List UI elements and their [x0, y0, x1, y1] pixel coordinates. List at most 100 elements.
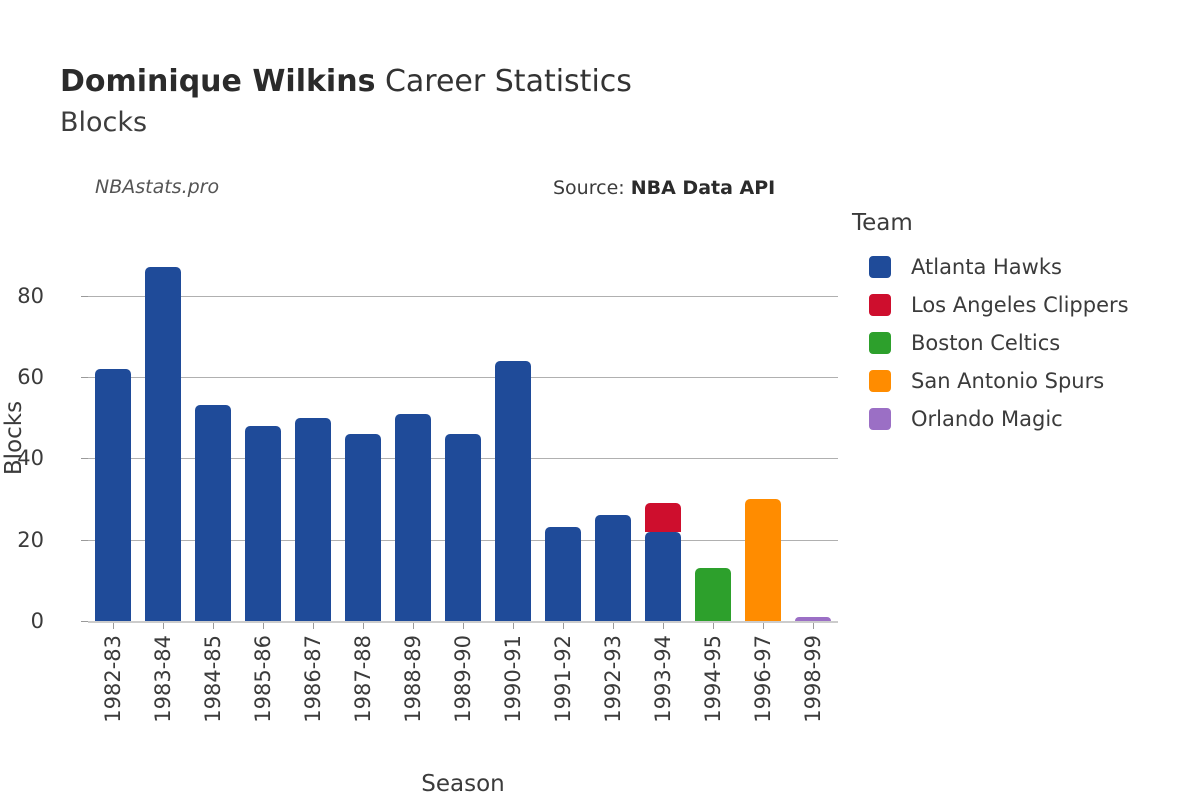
player-name: Dominique Wilkins — [60, 64, 376, 99]
legend-swatch-icon — [869, 332, 891, 354]
bar-group[interactable]: 1990-91 — [495, 255, 531, 723]
bar-segment[interactable] — [495, 360, 531, 621]
x-tick-label: 1993-94 — [651, 635, 675, 723]
bar-group[interactable]: 1998-99 — [795, 255, 831, 723]
legend-swatch-icon — [869, 256, 891, 278]
x-tick-mark — [363, 623, 364, 629]
legend-items: Atlanta Hawks Los Angeles Clippers Boston … — [852, 248, 1182, 438]
bar-segment[interactable] — [395, 413, 431, 621]
legend-item[interactable]: Los Angeles Clippers — [852, 286, 1182, 324]
x-tick-label: 1988-89 — [401, 635, 425, 723]
legend-item-label: Boston Celtics — [911, 331, 1061, 355]
x-tick-mark — [213, 623, 214, 629]
y-tick-mark — [81, 377, 88, 378]
x-tick-mark — [813, 623, 814, 629]
x-tick-label: 1985-86 — [251, 635, 275, 723]
bar-group[interactable]: 1991-92 — [545, 255, 581, 723]
x-tick-label: 1991-92 — [551, 635, 575, 723]
bar-group[interactable]: 1982-83 — [95, 255, 131, 723]
bar-group[interactable]: 1986-87 — [295, 255, 331, 723]
legend-item-label: San Antonio Spurs — [911, 369, 1105, 393]
legend: Team Atlanta Hawks Los Angeles Clippers Bo… — [852, 210, 1182, 438]
bar-group[interactable]: 1994-95 — [695, 255, 731, 723]
y-tick-label: 40 — [17, 446, 44, 471]
legend-item-label: Los Angeles Clippers — [911, 293, 1129, 317]
x-tick-mark — [663, 623, 664, 629]
page-title: Dominique Wilkins Career Statistics — [60, 62, 880, 102]
bar-group[interactable]: 1988-89 — [395, 255, 431, 723]
bar-group[interactable]: 1983-84 — [145, 255, 181, 723]
x-tick-label: 1996-97 — [751, 635, 775, 723]
chart-container: Dominique Wilkins Career Statistics Bloc… — [0, 0, 1200, 800]
x-tick-label: 1983-84 — [151, 635, 175, 723]
x-tick-mark — [313, 623, 314, 629]
x-tick-label: 1994-95 — [701, 635, 725, 723]
x-tick-label: 1984-85 — [201, 635, 225, 723]
legend-swatch-icon — [869, 408, 891, 430]
source-attribution: Source: NBA Data API — [553, 177, 775, 199]
bar-group[interactable]: 1984-85 — [195, 255, 231, 723]
legend-swatch-icon — [869, 370, 891, 392]
bar-segment[interactable] — [645, 503, 681, 532]
bar-group[interactable]: 1996-97 — [745, 255, 781, 723]
y-tick-label: 80 — [17, 283, 44, 308]
y-tick-mark — [81, 295, 88, 297]
y-tick-mark — [81, 539, 88, 541]
y-tick-label: 60 — [17, 365, 44, 389]
legend-item-label: Atlanta Hawks — [911, 255, 1062, 279]
chart-subtitle: Blocks — [60, 107, 148, 138]
source-label: Source: — [553, 177, 625, 199]
bar-group[interactable]: 1993-94 — [645, 255, 681, 723]
bar-group[interactable]: 1992-93 — [595, 255, 631, 723]
x-axis-label: Season — [421, 771, 505, 797]
x-tick-mark — [713, 623, 714, 629]
bar-group[interactable]: 1987-88 — [345, 255, 381, 723]
bar-segment[interactable] — [195, 405, 231, 621]
legend-item[interactable]: San Antonio Spurs — [852, 362, 1182, 400]
x-tick-label: 1982-83 — [101, 635, 125, 723]
x-tick-mark — [163, 623, 164, 629]
y-tick-mark — [81, 621, 88, 622]
chart-title-block: Dominique Wilkins Career Statistics Bloc… — [60, 62, 880, 142]
x-tick-mark — [463, 623, 464, 629]
bar-segment[interactable] — [295, 417, 331, 621]
bar-segment[interactable] — [445, 433, 481, 621]
bar-segment[interactable] — [245, 425, 281, 621]
bar-segment[interactable] — [645, 531, 681, 621]
legend-swatch-icon — [869, 294, 891, 316]
x-tick-label: 1989-90 — [451, 635, 475, 723]
plot-area: Blocks Season 0 20 40 60 80 1982-83 1983-84 198… — [1, 255, 838, 797]
y-tick-label: 20 — [17, 527, 44, 552]
bar-segment[interactable] — [695, 568, 731, 621]
y-tick-mark — [81, 458, 88, 460]
legend-title: Team — [852, 210, 913, 236]
x-tick-mark — [113, 623, 114, 629]
x-tick-mark — [563, 623, 564, 629]
x-tick-label: 1998-99 — [801, 635, 825, 723]
x-tick-mark — [513, 623, 514, 629]
legend-item[interactable]: Atlanta Hawks — [852, 248, 1182, 286]
legend-item[interactable]: Boston Celtics — [852, 324, 1182, 362]
bar-segment[interactable] — [95, 368, 131, 621]
x-tick-mark — [413, 623, 414, 629]
x-tick-mark — [613, 623, 614, 629]
x-tick-mark — [263, 623, 264, 629]
legend-item[interactable]: Orlando Magic — [852, 400, 1182, 438]
x-tick-label: 1987-88 — [351, 635, 375, 723]
bar-group[interactable]: 1985-86 — [245, 255, 281, 723]
x-tick-mark — [763, 623, 764, 629]
x-tick-label: 1992-93 — [601, 635, 625, 723]
bar-segment[interactable] — [745, 499, 781, 621]
x-tick-label: 1990-91 — [501, 635, 525, 723]
bar-segment[interactable] — [345, 433, 381, 621]
y-tick-label: 0 — [30, 609, 44, 633]
source-name: NBA Data API — [630, 177, 776, 199]
bar-group[interactable]: 1989-90 — [445, 255, 481, 723]
bar-segment[interactable] — [595, 515, 631, 621]
bar-segment[interactable] — [145, 267, 181, 621]
watermark: NBAstats.pro — [95, 176, 220, 198]
title-suffix: Career Statistics — [375, 64, 632, 99]
bar-segment[interactable] — [795, 616, 831, 621]
bar-segment[interactable] — [545, 527, 581, 621]
legend-item-label: Orlando Magic — [911, 407, 1063, 431]
